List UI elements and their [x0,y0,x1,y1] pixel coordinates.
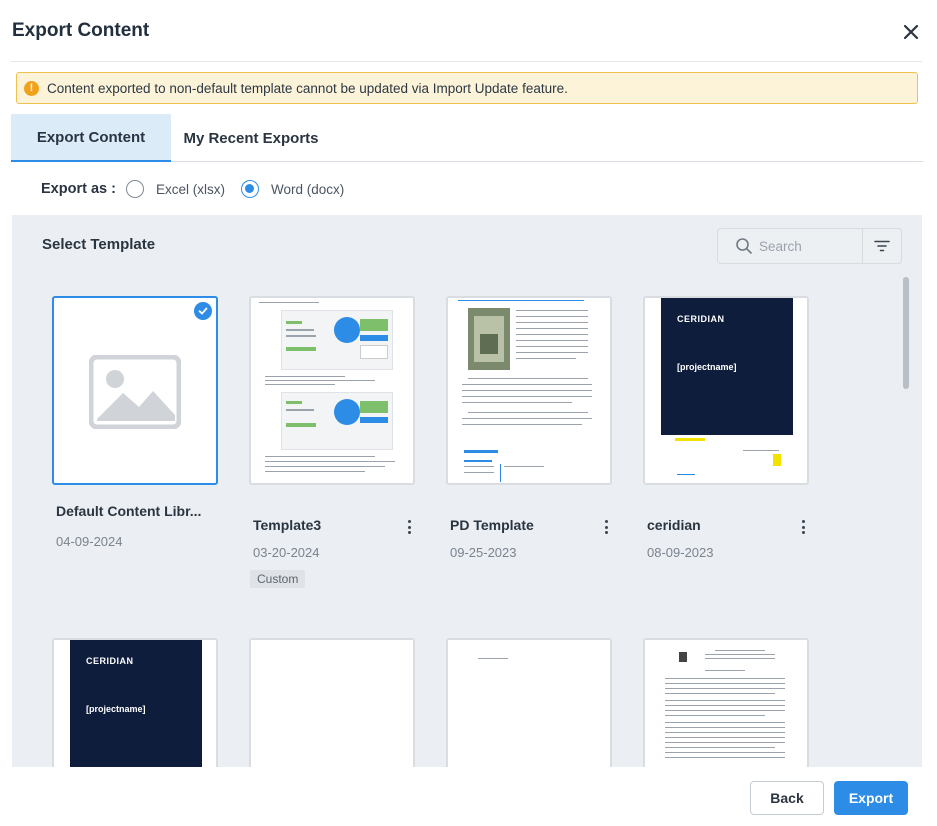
screenshot-preview [281,392,393,450]
template-card-row2-4[interactable] [643,638,809,767]
template-card-row2-3[interactable] [446,638,612,767]
template-search[interactable]: Search [717,228,902,264]
cover-preview: CERIDIAN [projectname] [70,640,202,767]
brand-text: CERIDIAN [677,314,725,324]
radio-excel[interactable]: Excel (xlsx) [125,180,225,198]
template-card-default[interactable]: Default Content Libr... 04-09-2024 [52,296,218,556]
dialog-title: Export Content [12,20,150,41]
template-panel: Select Template Search Default Content L… [12,215,922,767]
custom-badge: Custom [250,570,306,588]
radio-word[interactable]: Word (docx) [240,180,345,198]
template-thumbnail[interactable] [446,638,612,767]
template-name: PD Template [450,517,534,533]
export-format-selector: Export as : Excel (xlsx) Word (docx) [41,178,360,200]
info-icon: ! [24,80,39,96]
scrollbar[interactable] [903,277,909,389]
warning-banner: ! Content exported to non-default templa… [16,72,918,104]
export-as-label: Export as : [41,181,116,197]
more-options-icon[interactable] [600,518,612,536]
tab-bar: Export Content My Recent Exports [11,114,923,162]
template-date: 09-25-2023 [450,545,517,560]
more-options-icon[interactable] [403,518,415,536]
template-card-row2-1[interactable]: CERIDIAN [projectname] [52,638,218,767]
select-template-title: Select Template [42,236,156,253]
brand-text: CERIDIAN [86,656,134,666]
export-button[interactable]: Export [834,781,908,815]
radio-word-circle[interactable] [240,180,259,198]
template-date: 08-09-2023 [647,545,714,560]
export-content-dialog: Export Content ! Content exported to non… [0,0,937,826]
template-thumbnail[interactable] [249,638,415,767]
crest-icon [679,652,687,662]
screenshot-preview [281,310,393,370]
close-icon[interactable] [899,20,923,44]
template-thumbnail[interactable] [446,296,612,485]
selected-check-icon [194,302,212,320]
back-button[interactable]: Back [750,781,824,815]
header-divider [11,61,922,62]
search-icon [736,238,752,254]
radio-excel-circle[interactable] [125,180,144,198]
project-text: [projectname] [677,362,737,372]
template-date: 03-20-2024 [253,545,320,560]
photo-preview [468,308,510,370]
template-name: Default Content Libr... [56,503,202,519]
image-placeholder-icon [89,355,181,429]
template-thumbnail[interactable]: CERIDIAN [projectname] [52,638,218,767]
template-name: Template3 [253,517,322,533]
template-card-template3[interactable]: Template3 03-20-2024 Custom [249,296,415,596]
template-thumbnail[interactable]: CERIDIAN [projectname] [643,296,809,485]
template-date: 04-09-2024 [56,534,123,549]
template-card-ceridian[interactable]: CERIDIAN [projectname] ceridian 08-09-20… [643,296,809,566]
tab-my-recent-exports[interactable]: My Recent Exports [171,114,331,162]
template-thumbnail[interactable] [52,296,218,485]
cover-preview: CERIDIAN [projectname] [661,298,793,435]
tab-export-content[interactable]: Export Content [11,114,171,162]
template-name: ceridian [647,517,701,533]
filter-icon[interactable] [863,229,901,263]
template-thumbnail[interactable] [643,638,809,767]
template-card-pd-template[interactable]: PD Template 09-25-2023 [446,296,612,566]
radio-excel-label: Excel (xlsx) [155,181,225,197]
template-card-row2-2[interactable] [249,638,415,767]
more-options-icon[interactable] [797,518,809,536]
search-input[interactable]: Search [759,239,862,254]
project-text: [projectname] [86,704,146,714]
radio-word-label: Word (docx) [270,181,345,197]
template-thumbnail[interactable] [249,296,415,485]
warning-text: Content exported to non-default template… [47,80,568,96]
